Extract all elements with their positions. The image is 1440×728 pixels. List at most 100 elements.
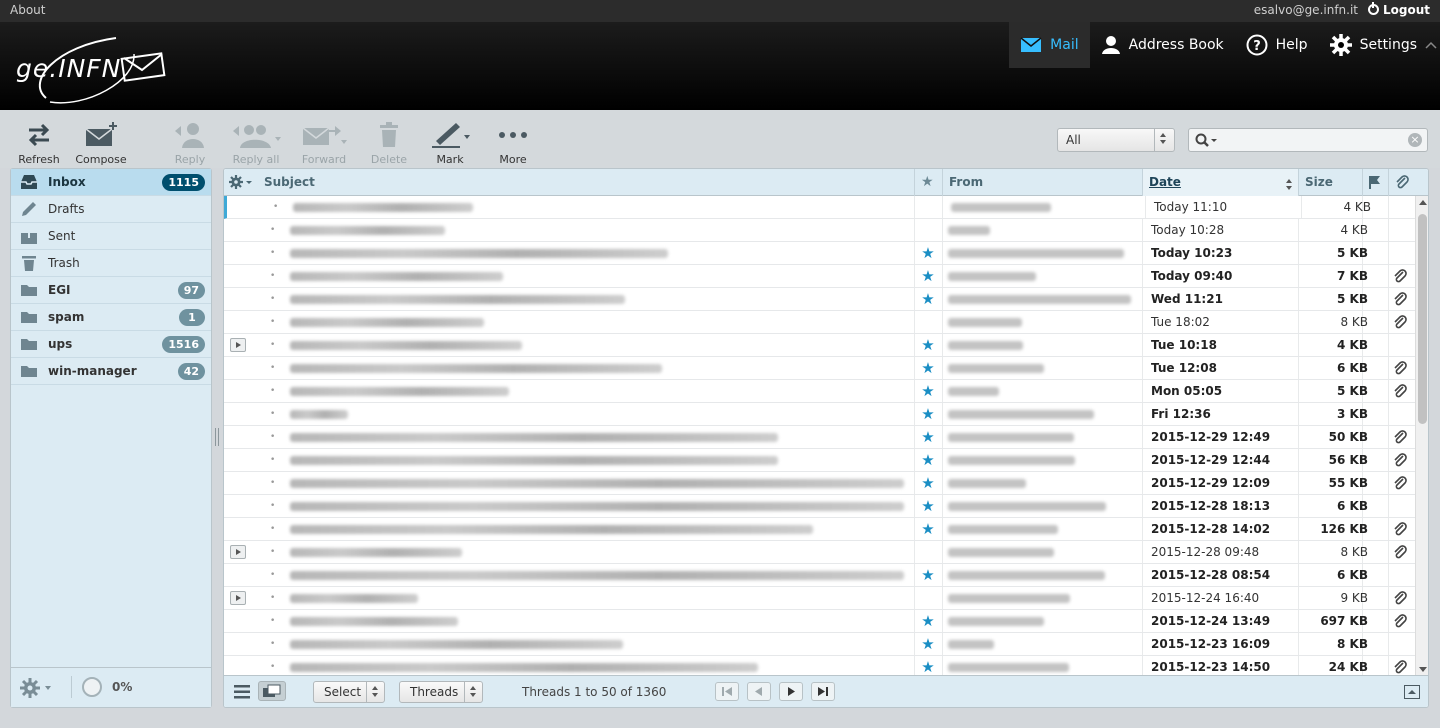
folder-icon [19, 362, 39, 380]
flagged-column-header[interactable]: ★ [914, 169, 942, 196]
nav-address-book-label: Address Book [1128, 37, 1224, 53]
scroll-up-icon[interactable] [1419, 200, 1427, 205]
from-column-header[interactable]: From [942, 169, 1142, 196]
flagged-star-icon[interactable]: ★ [914, 564, 942, 586]
first-page-button[interactable] [715, 682, 739, 701]
message-date: Today 10:23 [1142, 242, 1292, 264]
flagged-star-icon[interactable]: ★ [914, 357, 942, 379]
mark-button[interactable]: Mark [415, 118, 485, 166]
flagged-star-icon[interactable]: ★ [914, 380, 942, 402]
flag-column-header[interactable] [1362, 169, 1388, 196]
message-row[interactable]: • 2015-12-28 09:48 8 KB [224, 541, 1415, 564]
message-row[interactable]: • ★ 2015-12-28 14:02 126 KB [224, 518, 1415, 541]
last-page-button[interactable] [811, 682, 835, 701]
message-size: 9 KB [1298, 587, 1374, 609]
size-column-header[interactable]: Size [1298, 169, 1362, 196]
message-row[interactable]: • Today 10:28 4 KB [224, 219, 1415, 242]
message-row[interactable]: • ★ Wed 11:21 5 KB [224, 288, 1415, 311]
expand-thread-icon[interactable] [230, 338, 246, 352]
clear-search-icon[interactable]: × [1408, 133, 1422, 147]
scroll-down-icon[interactable] [1419, 667, 1427, 672]
about-link[interactable]: About [10, 3, 45, 17]
toggle-preview-icon[interactable] [1404, 685, 1420, 699]
expand-thread-icon[interactable] [230, 591, 246, 605]
flagged-star-icon[interactable]: ★ [914, 403, 942, 425]
forward-button[interactable]: Forward [289, 118, 359, 166]
message-size: 7 KB [1298, 265, 1374, 287]
nav-settings[interactable]: Settings [1319, 22, 1428, 68]
message-row[interactable]: • ★ Mon 05:05 5 KB [224, 380, 1415, 403]
status-dot-icon: • [270, 639, 276, 649]
list-mode-icon[interactable] [234, 685, 250, 699]
delete-button[interactable]: Delete [354, 118, 424, 166]
message-date: 2015-12-29 12:09 [1142, 472, 1292, 494]
current-user: esalvo@ge.infn.it [1253, 3, 1358, 17]
folder-sent[interactable]: Sent [11, 223, 211, 250]
logout-button[interactable]: Logout [1367, 2, 1430, 17]
flagged-star-icon[interactable]: ★ [914, 518, 942, 540]
folder-trash[interactable]: Trash [11, 250, 211, 277]
message-row[interactable]: • Today 11:10 4 KB [224, 196, 1415, 219]
previous-page-button[interactable] [747, 682, 771, 701]
message-row[interactable]: • ★ 2015-12-24 13:49 697 KB [224, 610, 1415, 633]
refresh-icon [28, 123, 50, 147]
message-list-scrollbar[interactable] [1415, 196, 1428, 676]
search-input[interactable]: × [1188, 128, 1428, 152]
pane-splitter[interactable] [215, 428, 219, 446]
date-column-header[interactable]: Date [1142, 169, 1298, 196]
message-row[interactable]: • ★ 2015-12-28 08:54 6 KB [224, 564, 1415, 587]
message-row[interactable]: • Tue 18:02 8 KB [224, 311, 1415, 334]
next-page-button[interactable] [779, 682, 803, 701]
flagged-star-icon[interactable]: ★ [914, 288, 942, 310]
flagged-star-icon[interactable]: ★ [914, 426, 942, 448]
reply-button[interactable]: Reply [155, 118, 225, 166]
collapse-header-icon[interactable] [1425, 40, 1437, 52]
nav-mail[interactable]: Mail [1009, 22, 1090, 68]
flagged-star-icon[interactable]: ★ [914, 242, 942, 264]
threads-menu[interactable]: Threads [399, 681, 483, 703]
message-row[interactable]: • ★ Tue 10:18 4 KB [224, 334, 1415, 357]
list-options-icon[interactable] [224, 169, 258, 196]
message-row[interactable]: • ★ 2015-12-28 18:13 6 KB [224, 495, 1415, 518]
flagged-star-icon[interactable]: ★ [914, 633, 942, 655]
select-menu[interactable]: Select [313, 681, 385, 703]
flagged-star-icon[interactable]: ★ [914, 472, 942, 494]
folder-spam[interactable]: spam 1 [11, 304, 211, 331]
flagged-star-icon[interactable]: ★ [914, 495, 942, 517]
message-row[interactable]: • ★ Today 10:23 5 KB [224, 242, 1415, 265]
message-from-redacted [948, 663, 1069, 672]
preview-mode-button[interactable] [258, 681, 286, 701]
flagged-star-icon[interactable]: ★ [914, 334, 942, 356]
flagged-star-icon[interactable]: ★ [914, 610, 942, 632]
folder-egi[interactable]: EGI 97 [11, 277, 211, 304]
flagged-star-icon[interactable]: ★ [914, 265, 942, 287]
nav-address-book[interactable]: Address Book [1090, 22, 1235, 68]
subject-column-header[interactable]: Subject [258, 169, 914, 196]
message-row[interactable]: • ★ 2015-12-29 12:09 55 KB [224, 472, 1415, 495]
folder-drafts[interactable]: Drafts [11, 196, 211, 223]
message-row[interactable]: • ★ Tue 12:08 6 KB [224, 357, 1415, 380]
folder-inbox[interactable]: Inbox 1115 [11, 169, 211, 196]
folder-settings-icon[interactable] [19, 677, 55, 699]
quota-pie-icon [82, 677, 102, 697]
expand-thread-icon[interactable] [230, 545, 246, 559]
message-row[interactable]: • ★ Today 09:40 7 KB [224, 265, 1415, 288]
compose-button[interactable]: Compose [66, 118, 136, 166]
message-row[interactable]: • ★ 2015-12-29 12:49 50 KB [224, 426, 1415, 449]
message-row[interactable]: • 2015-12-24 16:40 9 KB [224, 587, 1415, 610]
folder-win-manager[interactable]: win-manager 42 [11, 358, 211, 385]
message-size: 697 KB [1298, 610, 1374, 632]
more-button[interactable]: More [478, 118, 548, 166]
flagged-star-icon[interactable]: ★ [914, 449, 942, 471]
message-row[interactable]: • ★ Fri 12:36 3 KB [224, 403, 1415, 426]
attachment-column-header[interactable] [1388, 169, 1415, 196]
scroll-thumb[interactable] [1418, 214, 1427, 424]
refresh-button[interactable]: Refresh [4, 118, 74, 166]
message-row[interactable]: • ★ 2015-12-23 16:09 8 KB [224, 633, 1415, 656]
nav-settings-label: Settings [1359, 37, 1417, 53]
message-filter-select[interactable]: All [1057, 128, 1175, 152]
folder-ups[interactable]: ups 1516 [11, 331, 211, 358]
nav-help[interactable]: ? Help [1235, 22, 1319, 68]
reply-all-button[interactable]: Reply all [221, 118, 291, 166]
message-row[interactable]: • ★ 2015-12-29 12:44 56 KB [224, 449, 1415, 472]
